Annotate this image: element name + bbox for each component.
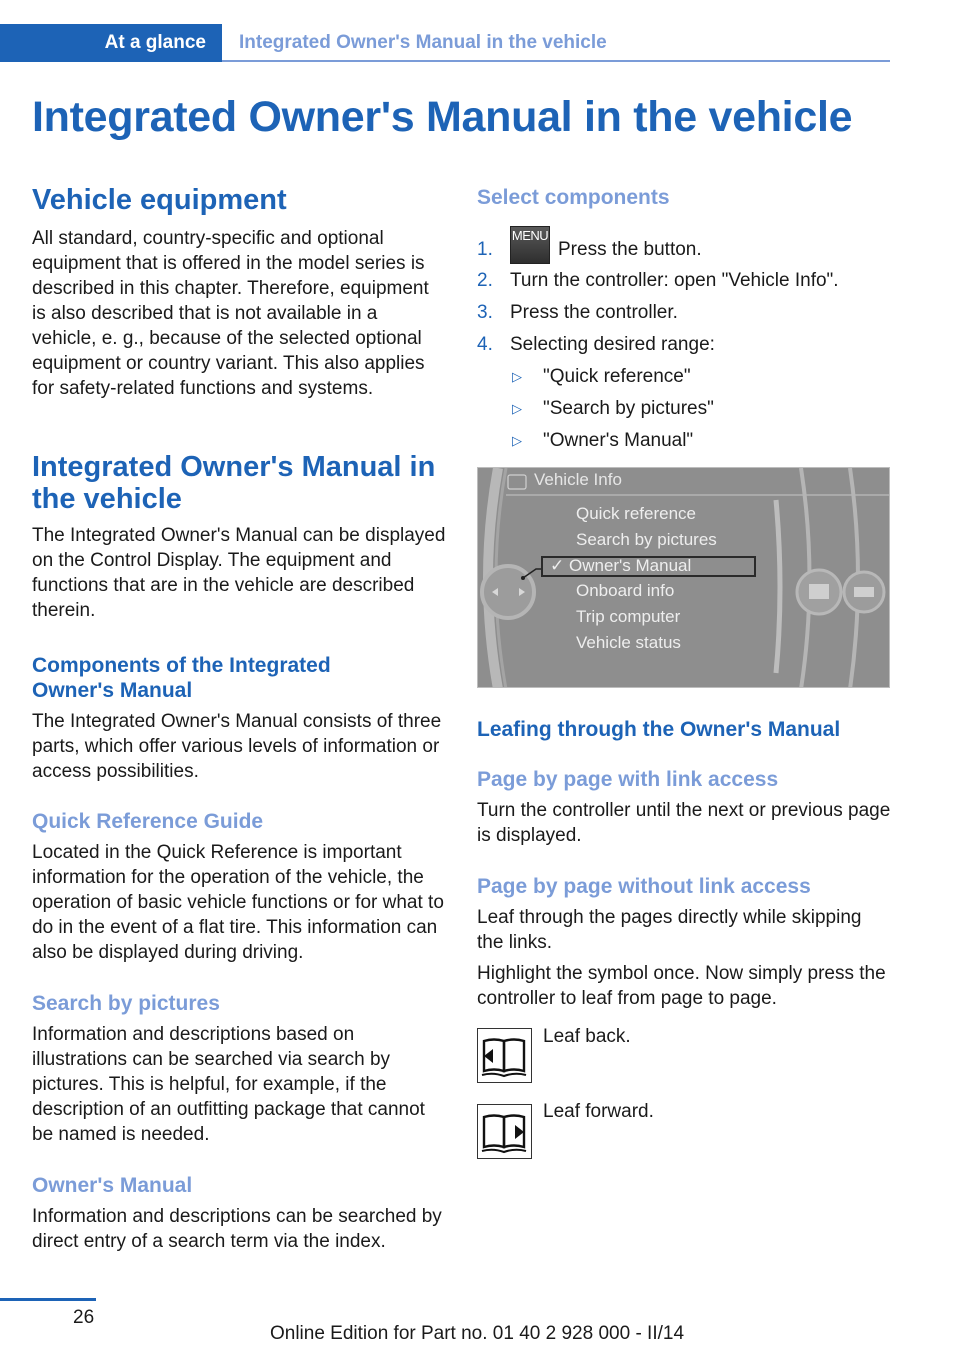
triangle-bullet-icon: ▷ xyxy=(512,401,522,416)
leaf-back-label: Leaf back. xyxy=(543,1026,631,1047)
screen-title: Vehicle Info xyxy=(534,470,622,489)
screen-frame-decoration xyxy=(478,468,889,687)
book-leaf-back-icon xyxy=(477,1028,532,1083)
leafing-heading: Leafing through the Owner's Manual xyxy=(477,718,841,741)
vehicle-equipment-heading: Vehicle equipment xyxy=(32,184,287,216)
step-number: 4. xyxy=(477,334,493,355)
vehicle-equipment-section: Vehicle equipment All standard, country-… xyxy=(32,184,447,401)
step-number: 2. xyxy=(477,270,493,291)
owners-manual-section: Owner's Manual Information and descripti… xyxy=(32,1173,447,1254)
without-link-section: Page by page without link access Leaf th… xyxy=(477,874,892,1011)
step-number: 1. xyxy=(477,239,493,260)
components-section: Components of the Integrated Owner's Man… xyxy=(32,653,447,784)
screen-menu-item: Search by pictures xyxy=(576,530,717,549)
quick-reference-heading: Quick Reference Guide xyxy=(32,810,264,833)
menu-button-icon: MENU xyxy=(510,226,550,264)
without-link-text-1: Leaf through the pages directly while sk… xyxy=(477,907,862,953)
screen-menu-item: Quick reference xyxy=(576,504,696,523)
integrated-manual-section: Integrated Owner's Manual in the vehicle… xyxy=(32,451,447,623)
header-divider xyxy=(222,60,890,62)
with-link-text: Turn the controller until the next or pr… xyxy=(477,800,891,846)
selected-item-label: Owner's Manual xyxy=(568,556,692,575)
footer-edition: Online Edition for Part no. 01 40 2 928 … xyxy=(269,1323,685,1344)
with-link-section: Page by page with link access Turn the c… xyxy=(477,767,892,848)
triangle-bullet-icon: ▷ xyxy=(512,433,522,448)
sub-item-text: "Owner's Manual" xyxy=(543,430,694,451)
screen-menu-item: Trip computer xyxy=(576,607,681,626)
without-link-text-2: Highlight the symbol once. Now simply pr… xyxy=(477,963,886,1009)
control-display-screenshot: Vehicle Info Quick reference Search by p… xyxy=(477,467,890,688)
leaf-forward-label: Leaf forward. xyxy=(543,1101,654,1122)
step-text: Turn the controller: open "Vehicle Info"… xyxy=(510,270,839,291)
step-text: Selecting desired range: xyxy=(510,334,715,355)
owners-manual-text: Information and descriptions can be sear… xyxy=(32,1206,442,1252)
footer-accent-line xyxy=(0,1298,96,1301)
components-heading: Components of the Integrated Owner's Man… xyxy=(32,654,331,702)
search-by-pictures-heading: Search by pictures xyxy=(32,992,220,1015)
screen-menu-item: Vehicle status xyxy=(576,633,681,652)
step-text: Press the button. xyxy=(558,239,702,260)
sub-item-text: "Search by pictures" xyxy=(543,398,714,419)
quick-reference-section: Quick Reference Guide Located in the Qui… xyxy=(32,809,447,965)
book-leaf-forward-icon xyxy=(477,1104,532,1159)
select-components-heading: Select components xyxy=(477,186,670,209)
integrated-manual-text: The Integrated Owner's Manual can be dis… xyxy=(32,525,446,621)
step-text: Press the controller. xyxy=(510,302,678,323)
screen-menu-item: Onboard info xyxy=(576,581,675,600)
integrated-manual-heading: Integrated Owner's Manual in the vehicle xyxy=(32,451,436,515)
quick-reference-text: Located in the Quick Reference is import… xyxy=(32,842,444,963)
search-by-pictures-text: Information and descriptions based on il… xyxy=(32,1024,425,1145)
vehicle-equipment-text: All standard, country-specific and optio… xyxy=(32,228,429,399)
section-tab[interactable]: At a glance xyxy=(0,24,222,62)
owners-manual-heading: Owner's Manual xyxy=(32,1174,193,1197)
page-title: Integrated Owner's Manual in the vehicle xyxy=(32,93,853,141)
search-by-pictures-section: Search by pictures Information and descr… xyxy=(32,991,447,1147)
with-link-heading: Page by page with link access xyxy=(477,768,779,791)
components-text: The Integrated Owner's Manual consists o… xyxy=(32,711,442,782)
check-icon: ✓ xyxy=(550,556,565,575)
without-link-heading: Page by page without link access xyxy=(477,875,811,898)
sub-item-text: "Quick reference" xyxy=(543,366,691,387)
screen-menu-item-selected: ✓ Owner's Manual xyxy=(550,556,691,576)
triangle-bullet-icon: ▷ xyxy=(512,369,522,384)
breadcrumb-title[interactable]: Integrated Owner's Manual in the vehicle xyxy=(239,24,607,61)
step-number: 3. xyxy=(477,302,493,323)
